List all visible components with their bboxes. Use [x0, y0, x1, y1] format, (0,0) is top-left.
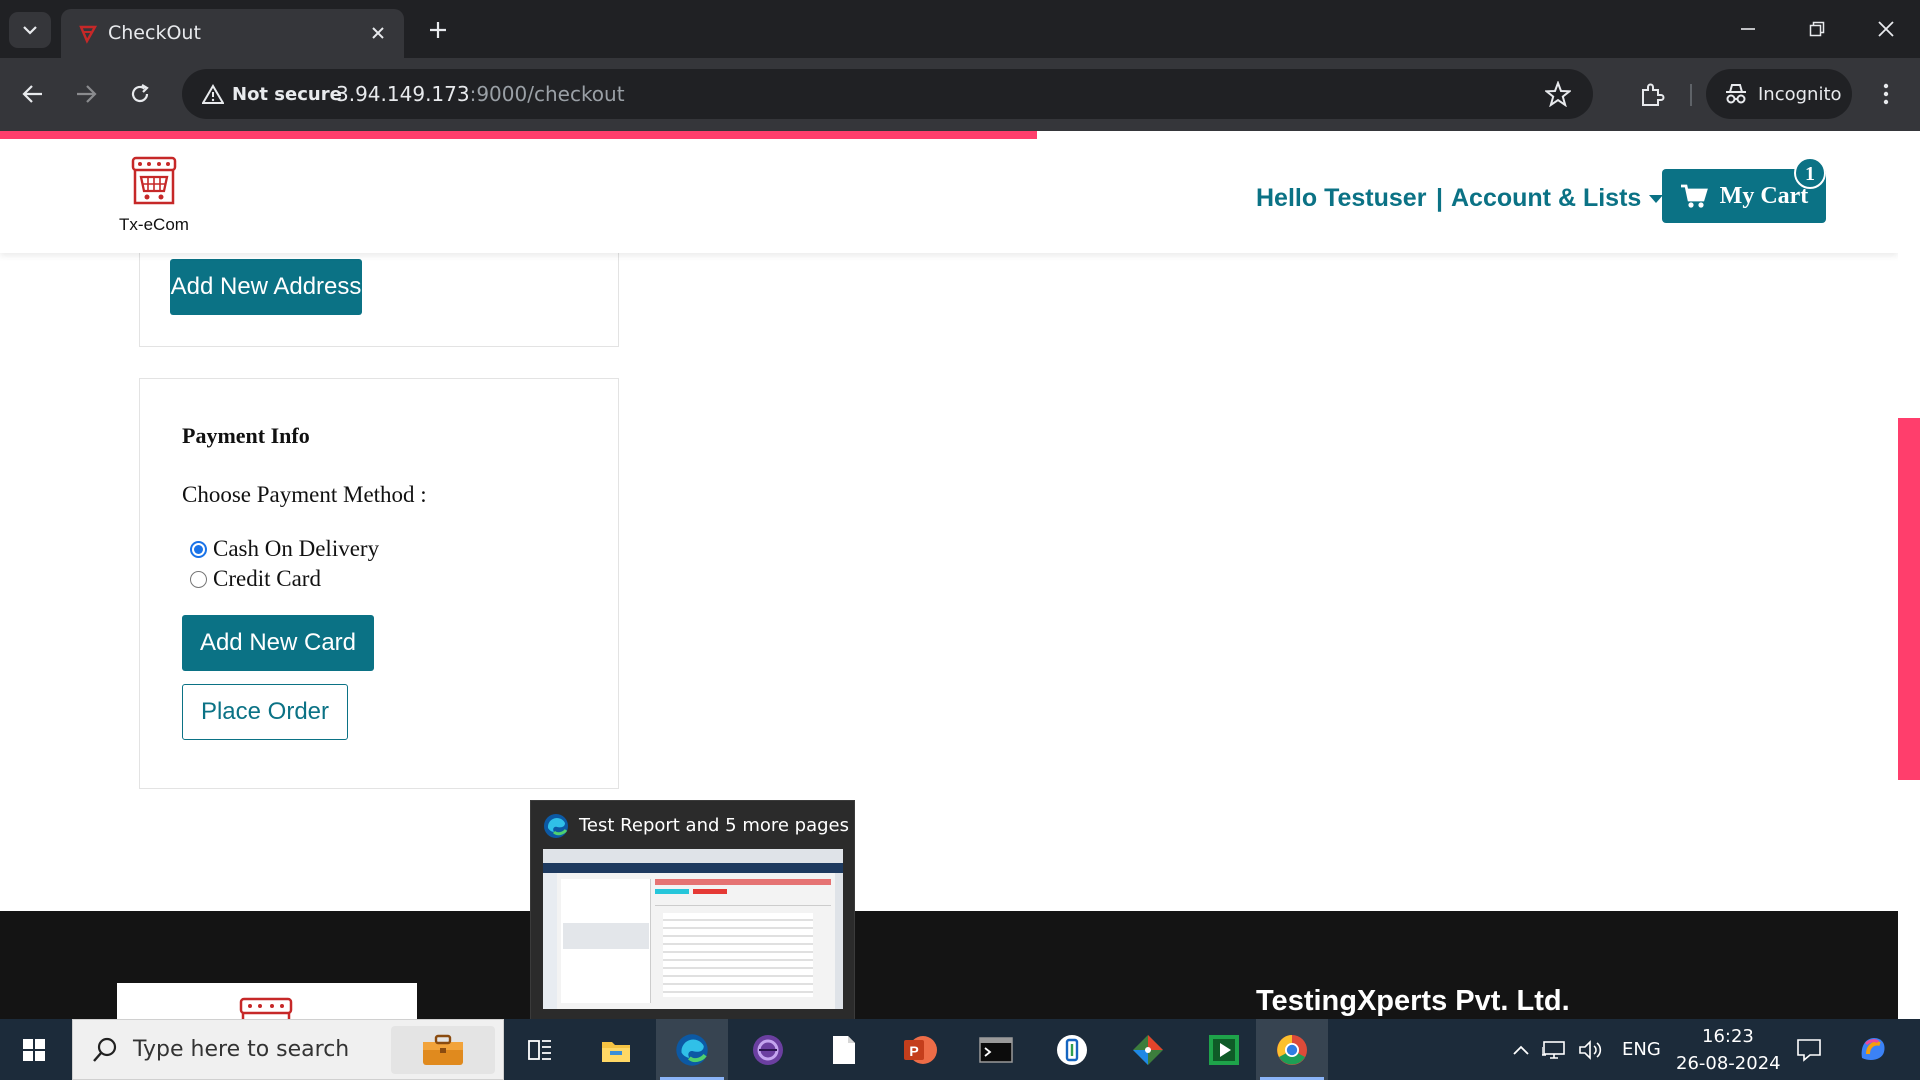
my-cart-label: My Cart — [1719, 182, 1809, 209]
add-new-card-button[interactable]: Add New Card — [182, 615, 374, 671]
security-label: Not secure — [232, 83, 342, 105]
url-text: 3.94.149.173:9000/checkout — [336, 82, 625, 106]
app-tester-icon[interactable] — [1036, 1019, 1108, 1080]
notepad-icon[interactable] — [808, 1019, 880, 1080]
language-indicator[interactable]: ENG — [1622, 1039, 1661, 1060]
browser-tab-active[interactable]: CheckOut — [61, 9, 404, 58]
brand-link[interactable]: Tx-eCom — [92, 153, 216, 243]
toolbar-divider — [1690, 84, 1692, 106]
network-icon[interactable] — [1542, 1037, 1568, 1063]
extensions-icon[interactable] — [1636, 76, 1668, 112]
file-explorer-icon[interactable] — [580, 1019, 652, 1080]
tray-overflow-icon[interactable] — [1508, 1037, 1534, 1063]
incognito-profile-button[interactable]: Incognito — [1706, 69, 1852, 119]
credit-card-label: Credit Card — [213, 566, 321, 591]
site-header: Tx-eCom Hello Testuser | Account & Lists… — [0, 139, 1898, 253]
copilot-icon[interactable] — [1856, 1032, 1890, 1066]
add-new-address-button[interactable]: Add New Address — [170, 259, 362, 315]
search-placeholder: Type here to search — [133, 1037, 350, 1062]
greeting-separator: | — [1436, 184, 1443, 212]
site-security-chip[interactable]: Not secure — [192, 76, 356, 112]
clock-time[interactable]: 16:23 — [1702, 1026, 1754, 1047]
preview-title: Test Report and 5 more pages -... — [579, 815, 879, 836]
minimize-icon[interactable] — [1728, 12, 1768, 46]
site-favicon-icon — [79, 25, 98, 44]
eclipse-icon[interactable] — [732, 1019, 804, 1080]
account-lists-dropdown[interactable]: | Account & Lists — [1436, 184, 1664, 213]
powerpoint-icon[interactable]: P — [884, 1019, 956, 1080]
cod-label: Cash On Delivery — [213, 536, 380, 561]
tab-close-icon[interactable] — [366, 21, 390, 45]
chevron-down-icon — [23, 26, 37, 35]
url-path: :9000/checkout — [469, 82, 625, 106]
svg-text:P: P — [909, 1043, 918, 1059]
payment-info-panel: Payment Info Choose Payment Method : Cas… — [139, 378, 619, 789]
media-player-icon[interactable] — [1188, 1019, 1260, 1080]
store-logo-icon — [131, 156, 177, 205]
address-bar[interactable]: Not secure 3.94.149.173:9000/checkout — [182, 69, 1593, 119]
browser-menu-icon[interactable] — [1874, 76, 1898, 112]
edge-icon — [544, 814, 568, 838]
notifications-icon[interactable] — [1796, 1037, 1822, 1063]
preview-snapshot — [543, 849, 843, 1009]
taskbar-search-box[interactable]: Type here to search — [72, 1019, 504, 1080]
windows-start-icon[interactable] — [12, 1032, 56, 1068]
forward-icon[interactable] — [68, 76, 104, 112]
payment-option-credit-card[interactable]: Credit Card — [190, 566, 321, 592]
volume-icon[interactable] — [1578, 1037, 1604, 1063]
search-icon — [93, 1037, 117, 1062]
brand-name: Tx-eCom — [119, 215, 189, 234]
bookmark-star-icon[interactable] — [1543, 80, 1573, 108]
cart-icon — [1680, 184, 1708, 208]
footer-logo-card — [117, 983, 417, 1019]
footer-store-logo-icon — [239, 997, 293, 1019]
site-footer: TestingXperts Pvt. Ltd. — [0, 911, 1898, 1019]
page-load-progress-fill — [0, 131, 1037, 139]
reload-icon[interactable] — [122, 76, 158, 112]
incognito-icon — [1726, 84, 1746, 104]
page-load-progress — [0, 131, 1920, 139]
new-tab-icon[interactable] — [424, 16, 452, 44]
chrome-taskbar-icon[interactable] — [1256, 1019, 1328, 1080]
edge-taskbar-icon[interactable] — [656, 1019, 728, 1080]
browser-toolbar: Not secure 3.94.149.173:9000/checkout In… — [0, 58, 1920, 131]
tab-title: CheckOut — [108, 22, 201, 44]
page-scroll-indicator[interactable] — [1898, 418, 1920, 780]
close-window-icon[interactable] — [1866, 12, 1906, 46]
browser-tabstrip: CheckOut — [0, 0, 1920, 58]
cart-count-badge: 1 — [1794, 157, 1826, 189]
url-host: 3.94.149.173 — [336, 82, 470, 106]
checkout-page: Tx-eCom Hello Testuser | Account & Lists… — [0, 139, 1898, 1019]
search-highlight-icon[interactable] — [391, 1026, 495, 1074]
payment-method-label: Choose Payment Method : — [182, 482, 427, 507]
payment-info-title: Payment Info — [182, 423, 310, 448]
clock-date[interactable]: 26-08-2024 — [1676, 1053, 1781, 1074]
warning-icon — [202, 84, 224, 104]
restore-icon[interactable] — [1797, 12, 1837, 46]
edge-taskbar-preview[interactable]: Test Report and 5 more pages -... — [530, 800, 878, 1020]
footer-company-name: TestingXperts Pvt. Ltd. — [1256, 985, 1570, 1017]
payment-option-cod[interactable]: Cash On Delivery — [190, 536, 379, 562]
task-view-icon[interactable] — [504, 1019, 576, 1080]
git-gui-icon[interactable] — [1112, 1019, 1184, 1080]
incognito-label: Incognito — [1758, 83, 1842, 105]
cod-radio[interactable] — [190, 540, 207, 558]
windows-taskbar: Type here to search P ENG 16:23 26-08-20… — [0, 1019, 1920, 1080]
credit-card-radio[interactable] — [190, 570, 207, 588]
terminal-icon[interactable] — [960, 1019, 1032, 1080]
tab-search-button[interactable] — [9, 12, 51, 48]
account-lists-label: Account & Lists — [1451, 184, 1642, 212]
place-order-button[interactable]: Place Order — [182, 684, 348, 740]
back-icon[interactable] — [15, 76, 51, 112]
user-greeting: Hello Testuser — [1256, 184, 1427, 212]
